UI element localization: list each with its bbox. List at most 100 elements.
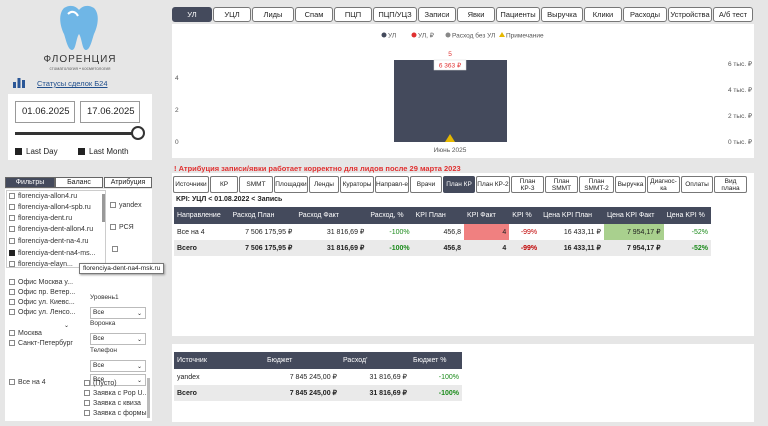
subtab-9[interactable]: План КР [443,176,475,193]
tab-11[interactable]: Клики [584,7,622,22]
table-header[interactable]: Расход, % [367,207,413,224]
list-item[interactable]: Офис ул. Ленсо... [9,309,76,316]
tab-13[interactable]: Устройства [668,7,712,22]
subtab-16[interactable]: Оплаты [681,176,713,193]
subtab-15[interactable]: Диагнос-ка [647,176,680,193]
subtab-10[interactable]: План КР-2 [476,176,510,193]
tab-10[interactable]: Выручка [541,7,583,22]
table-row[interactable]: yandex 7 845 245,00 ₽ 31 816,69 ₽ -100% [174,369,462,385]
table-row[interactable]: Все на 4 7 506 175,95 ₽ 31 816,69 ₽ -100… [174,224,711,240]
list-item[interactable]: Заявка с квиза [84,400,141,407]
table-total-row[interactable]: Всего 7 845 245,00 ₽ 31 816,69 ₽ -100% [174,385,462,401]
list-item[interactable]: Заявка с Pop U... [84,390,148,397]
table-header[interactable]: Бюджет % [410,352,462,369]
tab-5[interactable]: ПЦП [334,7,372,22]
list-item[interactable]: РСЯ [110,224,134,231]
table-header[interactable]: Цена KPI План [540,207,604,224]
table-header[interactable]: Цена KPI % [663,207,711,224]
chevron-down-icon[interactable]: ⌄ [64,322,69,329]
tab-balance[interactable]: Баланс [55,177,103,188]
subtab-4[interactable]: Площадки [274,176,308,193]
subtab-3[interactable]: SMMT [239,176,273,193]
table-header[interactable]: Расход План [229,207,296,224]
tab-2[interactable]: УЦЛ [213,7,251,22]
list-item[interactable]: florenciya-allon4.ru [9,193,77,200]
source-list-scrollbar[interactable] [102,194,105,222]
tab-8[interactable]: Явки [457,7,495,22]
phone-select[interactable]: Все ⌄ [90,360,146,372]
list-item[interactable] [112,246,121,253]
table-header[interactable]: Цена KPI Факт [603,207,664,224]
date-slider-handle[interactable] [131,126,145,140]
list-item[interactable]: florenciya-elayn... [9,261,73,268]
list-item[interactable]: Санкт-Петербург [9,340,73,347]
tab-6[interactable]: ПЦП/УЦЗ [373,7,417,22]
last-day-toggle[interactable]: Last Day [15,147,58,156]
subtab-7[interactable]: Направл-е [375,176,409,193]
tab-attribution[interactable]: Атрибуция [104,177,152,188]
filter-list-scrollbar[interactable] [147,378,150,418]
subtab-6[interactable]: Кураторы [340,176,374,193]
list-item[interactable]: yandex [110,202,142,209]
list-item[interactable]: (Пусто) [84,380,117,387]
table-header[interactable]: Расход' [340,352,410,369]
subtab-5[interactable]: Ленды [309,176,339,193]
data-label: 5 [448,51,452,58]
attribution-warning: ! Атрибуция записи/явки работает коррект… [174,164,461,173]
table-header[interactable]: Источник [174,352,264,369]
list-item[interactable]: florenciya-dent-allon4.ru [9,226,93,233]
deal-status-link[interactable]: Статусы сделок Б24 [37,79,108,88]
tab-7[interactable]: Записи [418,7,456,22]
table-header[interactable]: Направление [174,207,230,224]
table-header[interactable]: KPI План [412,207,465,224]
tab-14[interactable]: А/б тест [713,7,753,22]
subtab-14[interactable]: Выручка [615,176,646,193]
list-item[interactable]: Москва [9,330,42,337]
table-header[interactable]: KPI Факт [464,207,510,224]
date-slider-track[interactable] [15,132,137,135]
list-item[interactable]: Офис пр. Ветер... [9,289,75,296]
table-header[interactable]: KPI % [509,207,541,224]
subtab-8[interactable]: Врачи [410,176,442,193]
list-item[interactable]: florenciya-dent-na-4.ru [9,238,88,245]
table-header[interactable]: Бюджет [264,352,340,369]
subtab-2[interactable]: КР [210,176,238,193]
tooltip: florenciya-dent-na4-msk.ru [79,263,165,274]
list-item[interactable]: Офис Москва у... [9,279,73,286]
end-date-input[interactable]: 17.06.2025 [80,101,140,123]
legend-marker [411,32,417,38]
tab-12[interactable]: Расходы [623,7,667,22]
y2-tick-label: 6 тыс. ₽ [728,60,753,68]
subtab-11[interactable]: План КР-3 [511,176,544,193]
level-select[interactable]: Все ⌄ [90,307,146,319]
tab-9[interactable]: Пациенты [496,7,540,22]
funnel-select[interactable]: Все ⌄ [90,333,146,345]
tab-1[interactable]: УЛ [172,7,212,22]
list-item[interactable]: florenciya-allon4-spb.ru [9,204,91,211]
list-item[interactable]: Все на 4 [9,379,46,386]
last-month-label: Last Month [89,147,129,156]
legend-marker [445,32,451,38]
legend-marker [499,32,505,37]
last-month-checkbox[interactable] [78,148,85,156]
last-day-checkbox[interactable] [15,148,22,156]
list-item[interactable]: florenciya-dent.ru [9,215,72,222]
chevron-down-icon: ⌄ [136,337,142,343]
tab-filters[interactable]: Фильтры [5,177,55,188]
bar [394,60,507,142]
subtab-17[interactable]: Вид плана [714,176,747,193]
list-item[interactable]: florenciya-dent-na4-ms... [9,250,95,257]
last-month-toggle[interactable]: Last Month [78,147,129,156]
tab-3[interactable]: Лиды [252,7,294,22]
list-item[interactable]: Офис ул. Киевс... [9,299,75,306]
subtab-12[interactable]: План SMMT [545,176,578,193]
start-date-input[interactable]: 01.06.2025 [15,101,75,123]
tab-4[interactable]: Спам [295,7,333,22]
table-header[interactable]: Расход Факт [295,207,368,224]
data-label: 6 363 ₽ [439,62,462,70]
subtab-1[interactable]: Источники [173,176,209,193]
list-item[interactable]: Заявка с формы [84,410,147,417]
table-total-row[interactable]: Всего 7 506 175,95 ₽ 31 816,69 ₽ -100% 4… [174,240,711,256]
chevron-down-icon: ⌄ [136,311,142,317]
subtab-13[interactable]: План SMMT-2 [579,176,614,193]
